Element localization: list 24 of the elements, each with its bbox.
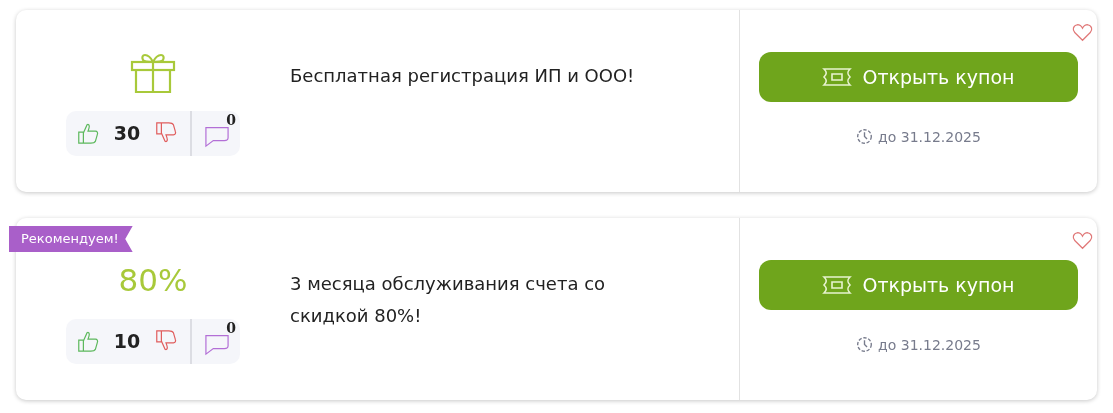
clock-icon bbox=[856, 336, 874, 353]
ticket-icon bbox=[822, 275, 853, 295]
comment-count: 0 bbox=[226, 320, 236, 336]
vote-count: 30 bbox=[112, 122, 142, 144]
comment-count: 0 bbox=[226, 112, 236, 128]
thumbs-down-icon[interactable] bbox=[154, 329, 178, 353]
comment-icon[interactable] bbox=[204, 332, 230, 356]
thumbs-down-icon[interactable] bbox=[154, 121, 178, 145]
thumbs-up-icon[interactable] bbox=[76, 329, 100, 353]
heart-icon[interactable] bbox=[1072, 23, 1093, 42]
expiry-date: до 31.12.2025 bbox=[878, 128, 981, 145]
open-coupon-button[interactable]: Открыть купон bbox=[759, 260, 1078, 310]
clock-icon bbox=[856, 128, 874, 145]
discount-value: 80% bbox=[118, 261, 188, 298]
ticket-icon bbox=[822, 67, 853, 87]
expiry-date: до 31.12.2025 bbox=[878, 336, 981, 353]
open-coupon-button[interactable]: Открыть купон bbox=[759, 52, 1078, 102]
thumbs-up-icon[interactable] bbox=[76, 121, 100, 145]
coupon-title: 3 месяца обслуживания счета со скидкой 80%! bbox=[290, 272, 607, 328]
recommended-ribbon: Рекомендуем! bbox=[9, 226, 133, 252]
heart-icon[interactable] bbox=[1072, 231, 1093, 250]
comment-icon[interactable] bbox=[204, 124, 230, 148]
vote-count: 10 bbox=[112, 330, 142, 352]
coupon-title: Бесплатная регистрация ИП и ООО! bbox=[290, 64, 636, 88]
